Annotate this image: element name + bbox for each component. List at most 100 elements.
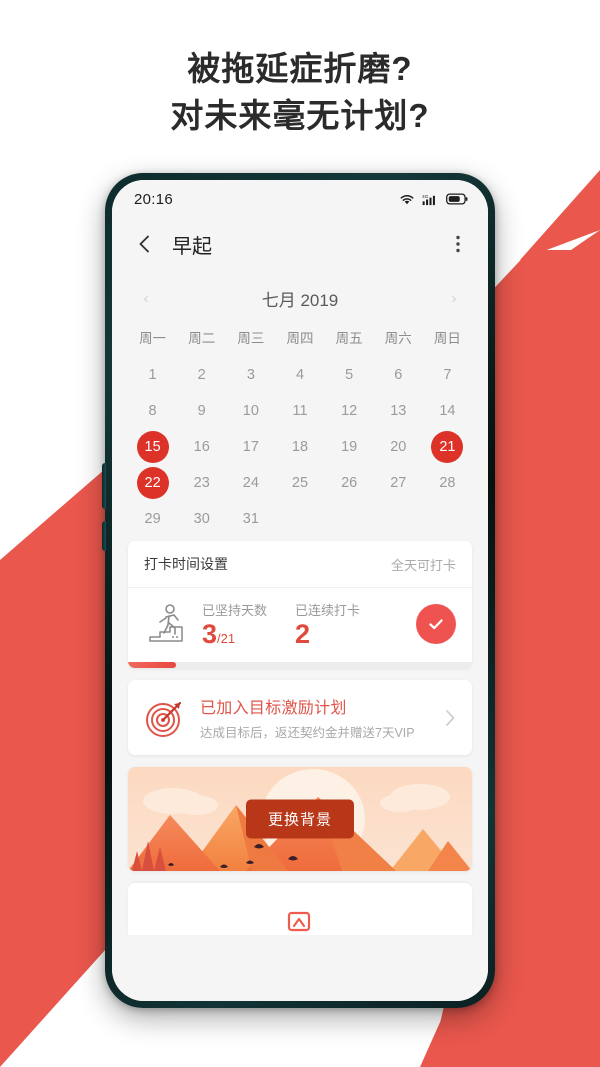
calendar-day-20[interactable]: 20: [374, 429, 423, 465]
calendar-day-10[interactable]: 10: [226, 393, 275, 429]
calendar-day-31[interactable]: 31: [226, 501, 275, 537]
calendar-day-29[interactable]: 29: [128, 501, 177, 537]
calendar-day-18[interactable]: 18: [275, 429, 324, 465]
calendar-day-label: 23: [193, 475, 210, 491]
app-bar: 早起: [112, 218, 488, 270]
svg-text:4G: 4G: [422, 194, 429, 199]
calendar-day-16[interactable]: 16: [177, 429, 226, 465]
status-icons: 4G: [399, 193, 468, 206]
calendar-day-label: 10: [242, 403, 259, 419]
calendar-day-22[interactable]: 22: [128, 465, 177, 501]
checkin-setting-label: 打卡时间设置: [144, 556, 228, 572]
runner-stairs-icon: [149, 604, 183, 642]
calendar-day-6[interactable]: 6: [374, 357, 423, 393]
goal-title: 已加入目标激励计划: [200, 700, 347, 717]
phone-screen: 20:16 4G 早起 ‹ 七月 2019 › 周一 周二 周三 周四 周五 周…: [112, 180, 488, 1001]
calendar-day-label: 8: [148, 403, 157, 419]
stat-suffix: /21: [217, 631, 236, 646]
calendar-day-label: 14: [439, 403, 456, 419]
chevron-left-icon[interactable]: [134, 233, 156, 255]
calendar-day-17[interactable]: 17: [226, 429, 275, 465]
phone-mockup: 20:16 4G 早起 ‹ 七月 2019 › 周一 周二 周三 周四 周五 周…: [102, 173, 495, 1008]
bottom-peek-card[interactable]: [128, 883, 472, 935]
calendar-day-8[interactable]: 8: [128, 393, 177, 429]
calendar-day-12[interactable]: 12: [325, 393, 374, 429]
calendar-day-7[interactable]: 7: [423, 357, 472, 393]
calendar-day-label: 21: [439, 439, 456, 455]
calendar-day-19[interactable]: 19: [325, 429, 374, 465]
calendar-day-label: 20: [390, 439, 407, 455]
calendar-day-label: 3: [246, 367, 255, 383]
calendar-day-11[interactable]: 11: [275, 393, 324, 429]
calendar-day-13[interactable]: 13: [374, 393, 423, 429]
weekday-label: 周二: [188, 331, 216, 346]
stat-days-persisted: 已坚持天数 3/21: [202, 600, 267, 648]
calendar-day-label: 18: [291, 439, 309, 455]
battery-icon: [446, 193, 468, 205]
weekday-label: 周四: [286, 331, 314, 346]
goal-subtitle: 达成目标后，返还契约金并赠送7天VIP: [200, 726, 415, 740]
calendar-day-24[interactable]: 24: [226, 465, 275, 501]
calendar-day-label: 12: [341, 403, 358, 419]
calendar-weekday-row: 周一 周二 周三 周四 周五 周六 周日: [128, 321, 472, 353]
stat-number: 3: [202, 619, 218, 649]
calendar-day-9[interactable]: 9: [177, 393, 226, 429]
stat-label: 已坚持天数: [202, 603, 268, 618]
calendar-prev-button[interactable]: ‹: [136, 290, 156, 307]
calendar-day-26[interactable]: 26: [325, 465, 374, 501]
calendar-day-label: 2: [197, 367, 206, 383]
calendar-day-label: 31: [242, 511, 259, 527]
calendar-day-label: 11: [292, 403, 308, 419]
stat-label: 已连续打卡: [295, 603, 361, 618]
check-mark: [429, 619, 443, 630]
stat-consecutive-checkins: 已连续打卡 2: [295, 600, 360, 648]
more-vertical-icon[interactable]: [448, 233, 468, 255]
goal-text: 已加入目标激励计划 达成目标后，返还契约金并赠送7天VIP: [200, 694, 444, 741]
progress-bar: [128, 662, 472, 668]
calendar-day-label: 28: [439, 475, 456, 491]
status-bar: 20:16 4G: [112, 180, 488, 218]
check-circle-icon[interactable]: [416, 604, 456, 644]
calendar-day-label: 16: [193, 439, 210, 455]
calendar-day-28[interactable]: 28: [423, 465, 472, 501]
goal-row: 已加入目标激励计划 达成目标后，返还契约金并赠送7天VIP: [128, 680, 472, 755]
calendar-day-21[interactable]: 21: [423, 429, 472, 465]
calendar-day-27[interactable]: 27: [374, 465, 423, 501]
calendar-day-label: 17: [242, 439, 259, 455]
headline-line-2: 对未来毫无计划?: [170, 96, 430, 134]
background-banner[interactable]: 更换背景: [128, 767, 472, 871]
checkin-time-setting-row[interactable]: 打卡时间设置 全天可打卡: [128, 541, 472, 588]
calendar-month-label: 七月 2019: [261, 291, 339, 310]
change-background-button[interactable]: 更换背景: [245, 799, 355, 839]
calendar-day-label: 13: [390, 403, 407, 419]
calendar-day-15[interactable]: 15: [128, 429, 177, 465]
scroll-content[interactable]: ‹ 七月 2019 › 周一 周二 周三 周四 周五 周六 周日 1234567…: [112, 270, 488, 1001]
calendar-day-14[interactable]: 14: [423, 393, 472, 429]
calendar-day-1[interactable]: 1: [128, 357, 177, 393]
calendar-day-2[interactable]: 2: [177, 357, 226, 393]
calendar-day-label: 6: [394, 367, 403, 383]
goal-incentive-card[interactable]: 已加入目标激励计划 达成目标后，返还契约金并赠送7天VIP: [128, 680, 472, 755]
calendar-day-5[interactable]: 5: [325, 357, 374, 393]
chevron-right-icon[interactable]: [444, 709, 456, 727]
calendar-day-label: 25: [291, 475, 309, 491]
calendar-day-30[interactable]: 30: [177, 501, 226, 537]
calendar-day-label: 7: [443, 367, 452, 383]
calendar-day-25[interactable]: 25: [275, 465, 324, 501]
calendar-day-label: 30: [193, 511, 210, 527]
calendar-day-3[interactable]: 3: [226, 357, 275, 393]
calendar-day-4[interactable]: 4: [275, 357, 324, 393]
stat-value: 2: [295, 621, 360, 648]
headline-line-1: 被拖延症折磨?: [187, 50, 413, 87]
calendar-grid[interactable]: 1 2 3 4 5 6 7 8 9 10 11 12 13 14 15 16 17 18 19 20 21 22 23 24 2…: [128, 357, 472, 537]
target-dartboard-icon: [146, 701, 182, 737]
progress-bar-fill: [128, 662, 177, 668]
calendar-day-label: 5: [345, 367, 354, 383]
calendar-day-label: 22: [144, 475, 161, 491]
calendar-day-label: 26: [341, 475, 358, 491]
calendar-header: ‹ 七月 2019 ›: [128, 280, 472, 321]
calendar-day-23[interactable]: 23: [177, 465, 226, 501]
calendar-day-label: 27: [390, 475, 407, 491]
calendar-next-button[interactable]: ›: [444, 290, 464, 307]
weekday-label: 周一: [139, 331, 167, 346]
